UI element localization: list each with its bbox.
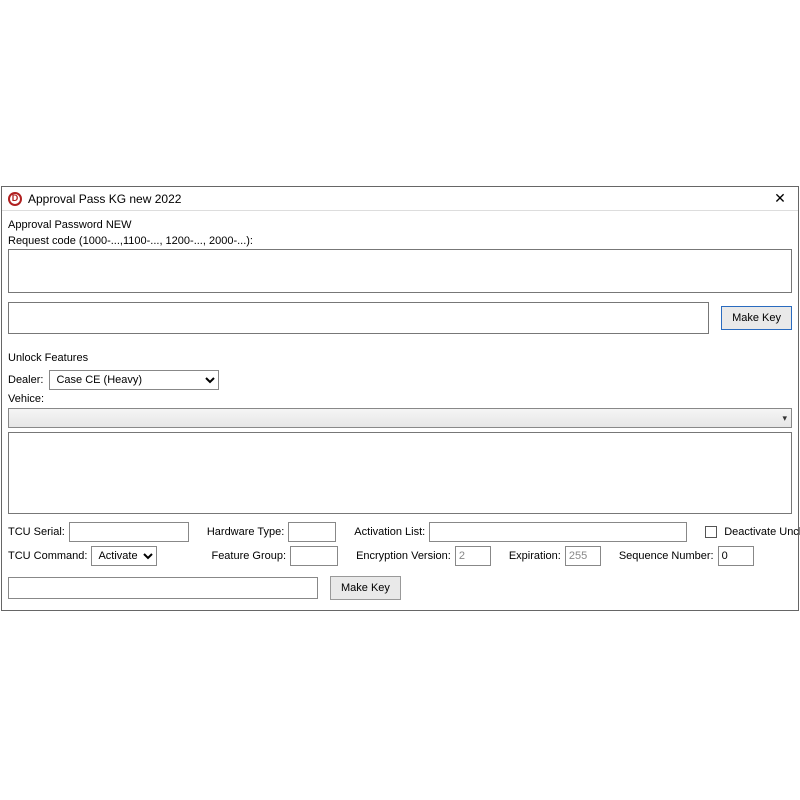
window-title: Approval Pass KG new 2022 xyxy=(28,192,768,206)
close-icon[interactable]: ✕ xyxy=(768,189,792,209)
unlock-section-label: Unlock Features xyxy=(8,352,792,364)
tcu-command-select[interactable]: Activate xyxy=(91,546,157,566)
request-code-input[interactable] xyxy=(8,249,792,293)
approval-section-label: Approval Password NEW xyxy=(8,219,792,231)
vehicle-label: Vehice: xyxy=(8,393,44,405)
encryption-version-label: Encryption Version: xyxy=(356,550,451,562)
dealer-select[interactable]: Case CE (Heavy) xyxy=(49,370,219,390)
app-icon: D xyxy=(8,192,22,206)
titlebar: D Approval Pass KG new 2022 ✕ xyxy=(2,187,798,211)
unlock-output-box[interactable] xyxy=(8,577,318,599)
request-code-label: Request code (1000-...,1100-..., 1200-..… xyxy=(8,235,792,247)
make-key-button-bottom[interactable]: Make Key xyxy=(330,576,401,600)
activation-list-input[interactable] xyxy=(429,522,687,542)
encryption-version-input[interactable] xyxy=(455,546,491,566)
make-key-button-top[interactable]: Make Key xyxy=(721,306,792,330)
activation-list-label: Activation List: xyxy=(354,526,425,538)
dealer-label: Dealer: xyxy=(8,374,43,386)
sequence-number-input[interactable] xyxy=(718,546,754,566)
hardware-type-label: Hardware Type: xyxy=(207,526,284,538)
feature-list-box[interactable] xyxy=(8,432,792,514)
tcu-command-label: TCU Command: xyxy=(8,550,87,562)
deactivate-checkbox[interactable] xyxy=(705,526,717,538)
deactivate-label: Deactivate Unchecked xyxy=(724,526,800,538)
app-window: D Approval Pass KG new 2022 ✕ Approval P… xyxy=(1,186,799,611)
sequence-number-label: Sequence Number: xyxy=(619,550,714,562)
chevron-down-icon: ▾ xyxy=(782,413,787,424)
approval-result-box[interactable] xyxy=(8,302,709,334)
tcu-serial-input[interactable] xyxy=(69,522,189,542)
tcu-serial-label: TCU Serial: xyxy=(8,526,65,538)
expiration-input[interactable] xyxy=(565,546,601,566)
hardware-type-input[interactable] xyxy=(288,522,336,542)
feature-group-label: Feature Group: xyxy=(211,550,286,562)
expiration-label: Expiration: xyxy=(509,550,561,562)
vehicle-select[interactable]: ▾ xyxy=(8,408,792,428)
feature-group-input[interactable] xyxy=(290,546,338,566)
client-area: Approval Password NEW Request code (1000… xyxy=(2,211,798,610)
